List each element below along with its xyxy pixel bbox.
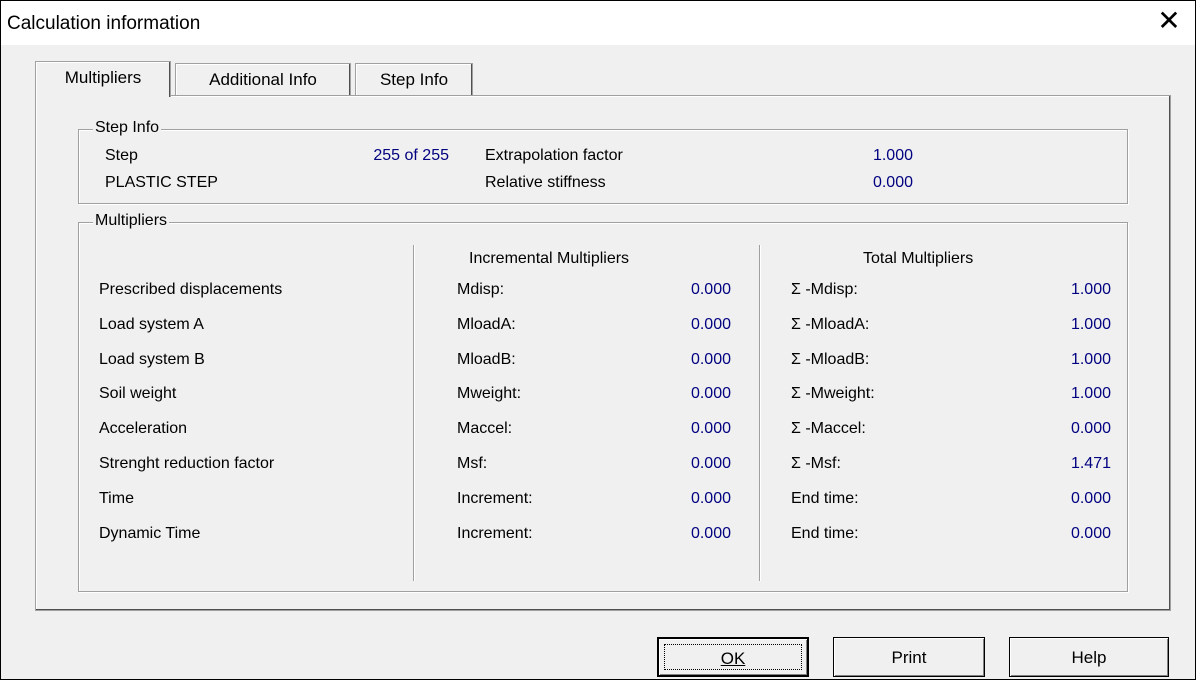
row-incremental-value: 0.000 bbox=[690, 420, 731, 437]
row-total-value: 1.000 bbox=[1070, 385, 1111, 402]
row-total-value: 0.000 bbox=[1070, 490, 1111, 507]
help-button[interactable]: Help bbox=[1009, 637, 1169, 677]
window-title: Calculation information bbox=[7, 13, 201, 34]
multipliers-tab-panel: Step Info Step 255 of 255 PLASTIC STEP E… bbox=[35, 95, 1171, 611]
row-incremental-label: MloadB: bbox=[457, 351, 516, 368]
row-total-label: Σ -Maccel: bbox=[791, 420, 866, 437]
row-total-value: 1.471 bbox=[1070, 455, 1111, 472]
row-incremental-label: MloadA: bbox=[457, 316, 516, 333]
row-incremental-label: Increment: bbox=[457, 525, 533, 542]
row-total-label: Σ -Mweight: bbox=[791, 385, 875, 402]
ok-button[interactable]: OK bbox=[657, 637, 809, 677]
step-info-group: Step Info Step 255 of 255 PLASTIC STEP E… bbox=[78, 119, 1128, 204]
title-bar: Calculation information ✕ bbox=[1, 1, 1195, 45]
row-total-value: 0.000 bbox=[1070, 420, 1111, 437]
print-button[interactable]: Print bbox=[833, 637, 985, 677]
column-divider-left bbox=[413, 245, 414, 581]
row-name: Dynamic Time bbox=[99, 525, 201, 542]
row-incremental-label: Mweight: bbox=[457, 385, 522, 402]
row-incremental-label: Mdisp: bbox=[457, 281, 505, 298]
step-info-legend: Step Info bbox=[93, 119, 162, 137]
row-incremental-value: 0.000 bbox=[690, 525, 731, 542]
row-name: Soil weight bbox=[99, 385, 177, 402]
row-total-label: End time: bbox=[791, 490, 859, 507]
close-icon[interactable]: ✕ bbox=[1153, 7, 1185, 35]
plastic-step-label: PLASTIC STEP bbox=[105, 174, 218, 191]
row-name: Strenght reduction factor bbox=[99, 455, 275, 472]
row-incremental-value: 0.000 bbox=[690, 281, 731, 298]
multipliers-group: Multipliers Incremental Multipliers Tota… bbox=[78, 212, 1128, 592]
row-total-value: 0.000 bbox=[1070, 525, 1111, 542]
extrapolation-factor-value: 1.000 bbox=[872, 147, 913, 164]
step-label: Step bbox=[105, 147, 138, 164]
row-name: Load system A bbox=[99, 316, 204, 333]
relative-stiffness-value: 0.000 bbox=[872, 174, 913, 191]
row-total-label: Σ -Msf: bbox=[791, 455, 841, 472]
total-multipliers-header: Total Multipliers bbox=[863, 250, 974, 267]
row-total-label: End time: bbox=[791, 525, 859, 542]
column-divider-right bbox=[759, 245, 760, 581]
tab-step-info[interactable]: Step Info bbox=[355, 63, 473, 95]
row-total-value: 1.000 bbox=[1070, 351, 1111, 368]
print-button-label: Print bbox=[891, 648, 927, 667]
row-incremental-value: 0.000 bbox=[690, 455, 731, 472]
row-incremental-label: Msf: bbox=[457, 455, 488, 472]
extrapolation-factor-label: Extrapolation factor bbox=[485, 147, 623, 164]
row-incremental-label: Increment: bbox=[457, 490, 533, 507]
row-total-value: 1.000 bbox=[1070, 316, 1111, 333]
row-incremental-value: 0.000 bbox=[690, 490, 731, 507]
row-name: Prescribed displacements bbox=[99, 281, 283, 298]
row-total-label: Σ -MloadA: bbox=[791, 316, 870, 333]
row-incremental-value: 0.000 bbox=[690, 351, 731, 368]
row-total-label: Σ -MloadB: bbox=[791, 351, 870, 368]
multipliers-legend: Multipliers bbox=[93, 212, 170, 230]
incremental-multipliers-header: Incremental Multipliers bbox=[469, 250, 630, 267]
row-name: Time bbox=[99, 490, 134, 507]
help-button-label: Help bbox=[1071, 648, 1107, 667]
row-total-value: 1.000 bbox=[1070, 281, 1111, 298]
row-incremental-label: Maccel: bbox=[457, 420, 513, 437]
tab-additional-info[interactable]: Additional Info bbox=[175, 63, 351, 95]
row-name: Load system B bbox=[99, 351, 205, 368]
tab-multipliers[interactable]: Multipliers bbox=[35, 61, 171, 97]
row-total-label: Σ -Mdisp: bbox=[791, 281, 858, 298]
row-incremental-value: 0.000 bbox=[690, 385, 731, 402]
row-name: Acceleration bbox=[99, 420, 188, 437]
calculation-information-dialog: Calculation information ✕ Multipliers Ad… bbox=[0, 0, 1196, 680]
focus-rectangle bbox=[664, 644, 802, 670]
row-incremental-value: 0.000 bbox=[690, 316, 731, 333]
relative-stiffness-label: Relative stiffness bbox=[485, 174, 606, 191]
step-value: 255 of 255 bbox=[373, 147, 449, 164]
